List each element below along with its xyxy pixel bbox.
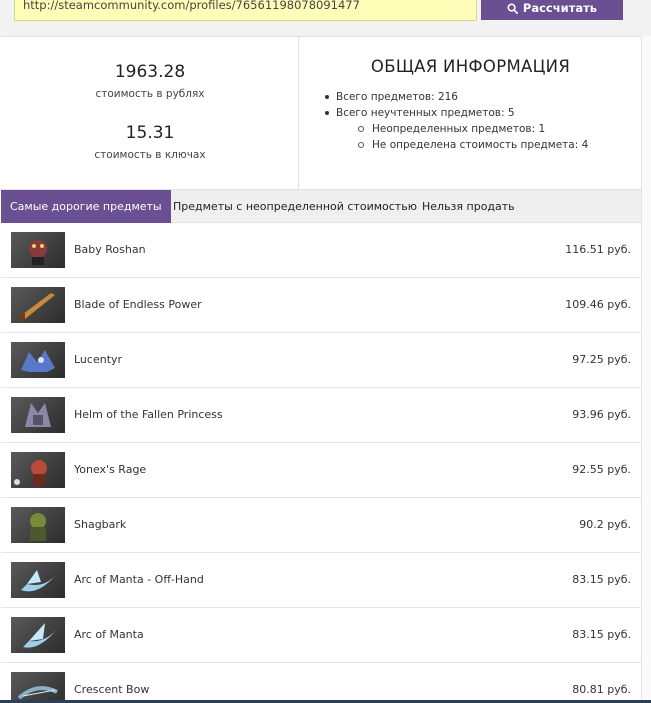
top-bar: http://steamcommunity.com/profiles/76561… [0,0,651,36]
info-subitem-undefined-items: Неопределенных предметов: 1 [316,121,636,137]
search-icon [507,3,518,14]
shagbark-icon [11,507,65,543]
item-price: 90.2 руб. [579,518,631,531]
blade-icon [11,287,65,323]
item-price: 92.55 руб. [572,463,631,476]
rub-value: 1963.28 [114,62,186,82]
item-row[interactable]: Shagbark 90.2 руб. [1,498,641,553]
item-row[interactable]: Yonex's Rage 92.55 руб. [1,443,641,498]
item-row[interactable]: Blade of Endless Power 109.46 руб. [1,278,641,333]
item-name: Baby Roshan [74,243,146,256]
item-row[interactable]: Lucentyr 97.25 руб. [1,333,641,388]
general-info: ОБЩАЯ ИНФОРМАЦИЯ Всего предметов: 216 Вс… [300,37,641,189]
item-name: Crescent Bow [74,683,150,696]
item-name: Lucentyr [74,353,123,366]
item-row[interactable]: Helm of the Fallen Princess 93.96 руб. [1,388,641,443]
item-row[interactable]: Arc of Manta 83.15 руб. [1,608,641,663]
item-price: 109.46 руб. [565,298,631,311]
item-price: 83.15 руб. [572,573,631,586]
calculate-button[interactable]: Рассчитать [481,0,623,20]
cost-column: 1963.28 стоимость в рублях 15.31 стоимос… [1,37,299,189]
item-name: Blade of Endless Power [74,298,202,311]
item-price: 83.15 руб. [572,628,631,641]
calculate-button-label: Рассчитать [522,1,598,15]
info-title: ОБЩАЯ ИНФОРМАЦИЯ [370,57,571,76]
item-name: Yonex's Rage [74,463,147,476]
item-price: 116.51 руб. [565,243,631,256]
crescent-bow-icon [11,672,65,703]
arc-icon [11,617,65,653]
helm-icon [11,397,65,433]
item-tabs: Самые дорогие предметы Предметы с неопре… [1,190,641,223]
item-price: 93.96 руб. [572,408,631,421]
rub-label: стоимость в рублях [95,88,205,100]
keys-value: 15.31 [125,123,175,143]
info-item-unaccounted: Всего неучтенных предметов: 5 [316,105,636,121]
item-name: Arc of Manta - Off-Hand [74,573,204,586]
baby-roshan-icon [11,232,65,268]
keys-label: стоимость в ключах [94,149,206,161]
item-price: 97.25 руб. [572,353,631,366]
arc-offhand-icon [11,562,65,598]
item-list: Baby Roshan 116.51 руб. Blade of Endless P… [1,223,641,703]
item-name: Shagbark [74,518,127,531]
item-price: 80.81 руб. [572,683,631,696]
tab-not-sellable[interactable]: Нельзя продать [413,190,524,223]
item-row[interactable]: Arc of Manta - Off-Hand 83.15 руб. [1,553,641,608]
info-item-total: Всего предметов: 216 [316,89,636,105]
scrollbar[interactable] [641,36,651,703]
profile-url-input[interactable]: http://steamcommunity.com/profiles/76561… [14,0,477,21]
tab-most-expensive[interactable]: Самые дорогие предметы [1,190,171,223]
item-row[interactable]: Baby Roshan 116.51 руб. [1,223,641,278]
item-row[interactable]: Crescent Bow 80.81 руб. [1,663,641,703]
tab-undefined-price[interactable]: Предметы с неопределенной стоимостью [164,190,426,223]
lucentyr-icon [11,342,65,378]
item-name: Helm of the Fallen Princess [74,408,223,421]
info-subitem-undefined-price: Не определена стоимость предмета: 4 [316,137,636,153]
summary-panel: 1963.28 стоимость в рублях 15.31 стоимос… [1,36,641,190]
item-name: Arc of Manta [74,628,144,641]
yonex-icon [11,452,65,488]
info-list: Всего предметов: 216 Всего неучтенных пр… [316,89,636,153]
